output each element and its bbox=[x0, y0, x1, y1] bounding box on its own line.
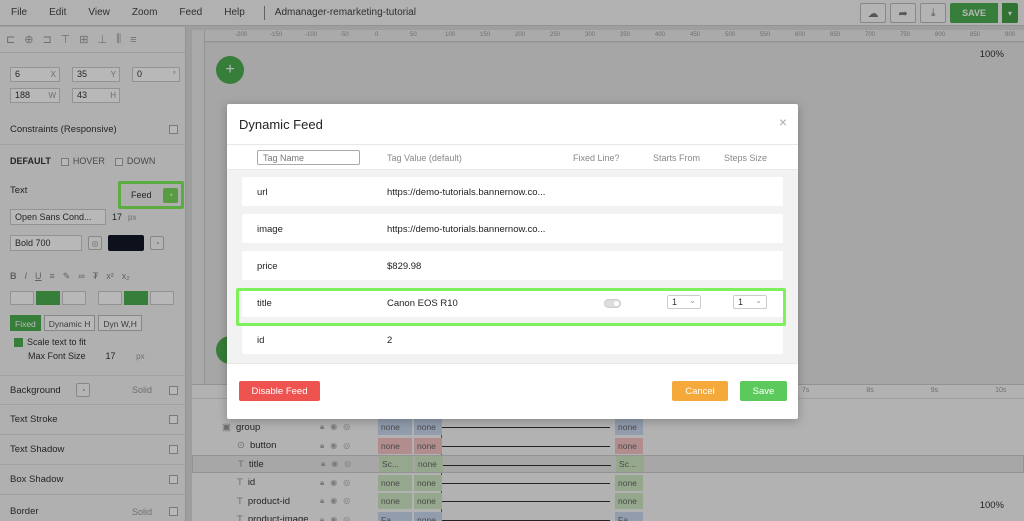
tag-value: https://demo-tutorials.bannernow.co... bbox=[387, 224, 546, 235]
disable-feed-button[interactable]: Disable Feed bbox=[239, 381, 320, 401]
cancel-button[interactable]: Cancel bbox=[672, 381, 728, 401]
close-icon[interactable]: × bbox=[779, 114, 787, 130]
tag-value: https://demo-tutorials.bannernow.co... bbox=[387, 187, 546, 198]
tag-name: image bbox=[257, 224, 283, 235]
feed-row-image[interactable]: image https://demo-tutorials.bannernow.c… bbox=[242, 214, 783, 243]
dialog-footer: Disable Feed Cancel Save bbox=[227, 363, 798, 419]
tag-name-search-input[interactable] bbox=[257, 150, 360, 165]
tag-name: id bbox=[257, 335, 265, 346]
feed-row-price[interactable]: price $829.98 bbox=[242, 251, 783, 280]
tag-name: price bbox=[257, 261, 278, 272]
feed-row-id[interactable]: id 2 bbox=[242, 325, 783, 354]
tag-name: url bbox=[257, 187, 268, 198]
dialog-title: Dynamic Feed bbox=[239, 117, 323, 132]
feed-rows: url https://demo-tutorials.bannernow.co.… bbox=[227, 170, 798, 363]
col-tag-value: Tag Value (default) bbox=[387, 153, 462, 163]
title-row-highlight bbox=[236, 288, 786, 326]
tag-value: 2 bbox=[387, 335, 393, 346]
col-starts-from: Starts From bbox=[653, 153, 701, 163]
feed-row-url[interactable]: url https://demo-tutorials.bannernow.co.… bbox=[242, 177, 783, 206]
tag-value: $829.98 bbox=[387, 261, 422, 272]
feed-table-header: Tag Value (default) Fixed Line? Starts F… bbox=[227, 144, 798, 170]
dynamic-feed-dialog: Dynamic Feed × Tag Value (default) Fixed… bbox=[227, 104, 798, 419]
col-fixed-line: Fixed Line? bbox=[573, 153, 620, 163]
col-steps-size: Steps Size bbox=[724, 153, 768, 163]
dialog-save-button[interactable]: Save bbox=[740, 381, 787, 401]
